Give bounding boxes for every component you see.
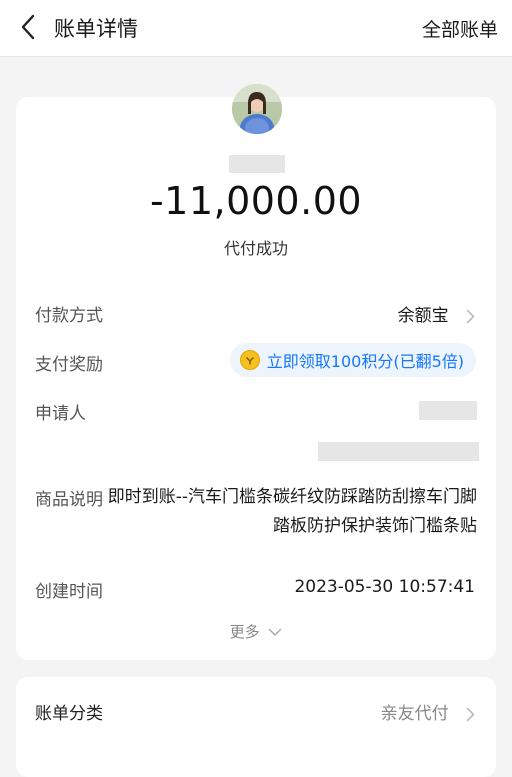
applicant-label: 申请人 [35, 404, 86, 424]
applicant-name-redacted [419, 401, 477, 420]
reward-badge[interactable]: 立即领取100积分(已翻5倍) [229, 343, 476, 377]
more-button[interactable]: 更多 [16, 621, 496, 642]
coin-icon [239, 350, 260, 370]
category-value: 亲友代付 [380, 704, 449, 724]
amount: -11,000.00 [149, 179, 363, 223]
payment-method-label: 付款方式 [35, 306, 103, 326]
all-bills-link[interactable]: 全部账单 [422, 15, 498, 42]
applicant-account-redacted [318, 442, 479, 461]
avatar[interactable] [232, 84, 282, 134]
payee-name-redacted [229, 155, 285, 173]
reward-label: 支付奖励 [35, 355, 103, 375]
back-button[interactable] [14, 12, 42, 42]
payment-status: 代付成功 [223, 239, 288, 258]
chevron-right-icon [466, 309, 475, 323]
page-title: 账单详情 [54, 17, 138, 41]
chevron-down-icon [269, 628, 282, 636]
top-bar: 账单详情 全部账单 [0, 0, 512, 57]
chevron-right-icon [466, 707, 475, 721]
created-time-value: 2023-05-30 10:57:41 [294, 577, 475, 597]
bill-detail-card: -11,000.00 代付成功 付款方式 余额宝 支付奖励 立即领取100积分(… [16, 84, 496, 660]
more-label: 更多 [229, 623, 260, 641]
created-time-label: 创建时间 [35, 582, 103, 602]
category-row[interactable]: 亲友代付 [381, 699, 475, 724]
category-label: 账单分类 [35, 704, 103, 724]
product-description: 即时到账--汽车门槛条碳纤纹防踩踏防刮擦车门脚踏板防护保护装饰门槛条贴 [107, 487, 477, 536]
bill-category-card[interactable]: 账单分类 亲友代付 [16, 677, 496, 777]
chevron-left-icon [21, 14, 35, 40]
product-label: 商品说明 [35, 490, 103, 510]
avatar-image [232, 84, 282, 134]
payment-method-value: 余额宝 [397, 306, 449, 326]
payment-method-row[interactable]: 余额宝 [398, 301, 475, 326]
reward-text: 立即领取100积分(已翻5倍) [266, 352, 464, 371]
